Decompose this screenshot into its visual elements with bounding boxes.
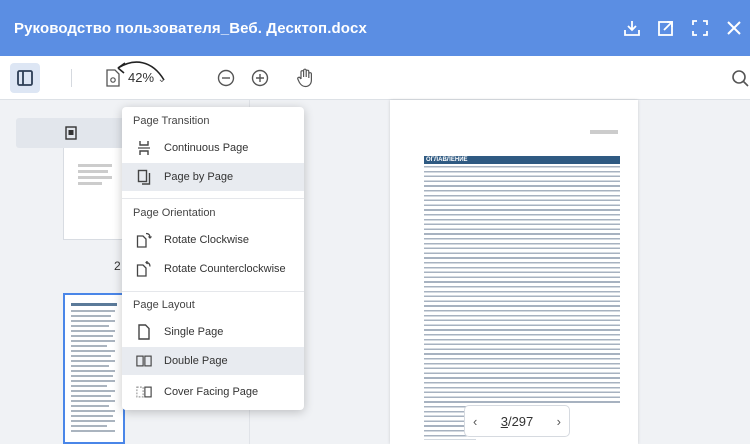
hand-icon bbox=[297, 68, 312, 88]
page-settings-menu: Page Transition Continuous Page Page by … bbox=[122, 107, 304, 410]
sidebar-icon bbox=[17, 70, 33, 86]
rotate-clockwise-option[interactable]: Rotate Clockwise bbox=[122, 226, 304, 254]
document-page: ОГЛАВЛЕНИЕ bbox=[390, 100, 638, 444]
rotate-counterclockwise-option[interactable]: Rotate Counterclockwise bbox=[122, 255, 304, 283]
document-title: Руководство пользователя_Веб. Десктоп.do… bbox=[14, 19, 367, 37]
rotate-clockwise-icon bbox=[136, 232, 152, 248]
zoom-out-button[interactable] bbox=[216, 68, 236, 88]
page-by-page-label: Page by Page bbox=[164, 171, 234, 183]
plus-circle-icon bbox=[251, 69, 269, 87]
cover-facing-page-option[interactable]: Cover Facing Page bbox=[122, 378, 304, 406]
page-header-mark bbox=[590, 130, 618, 134]
section-heading-transition: Page Transition bbox=[133, 115, 210, 127]
rotate-clockwise-label: Rotate Clockwise bbox=[164, 234, 249, 246]
viewer-toolbar: 42% ⌄ bbox=[0, 56, 750, 100]
section-heading-orientation: Page Orientation bbox=[133, 207, 216, 219]
single-page-icon bbox=[136, 324, 152, 340]
search-button[interactable] bbox=[730, 68, 750, 88]
double-page-label: Double Page bbox=[164, 355, 228, 367]
toolbar-divider bbox=[71, 69, 72, 87]
prev-page-button[interactable]: ‹ bbox=[473, 414, 477, 429]
chevron-down-icon: ⌄ bbox=[157, 74, 167, 85]
download-icon[interactable] bbox=[616, 12, 648, 44]
fullscreen-icon[interactable] bbox=[684, 12, 716, 44]
section-heading-layout: Page Layout bbox=[133, 299, 195, 311]
sidebar-toggle-button[interactable] bbox=[10, 63, 40, 93]
double-page-icon bbox=[136, 353, 152, 369]
toc-body bbox=[424, 166, 620, 406]
title-bar: Руководство пользователя_Веб. Десктоп.do… bbox=[0, 0, 750, 56]
page-by-page-icon bbox=[136, 169, 152, 185]
page-navigator: ‹ 3/297 › bbox=[464, 405, 570, 437]
total-pages: 297 bbox=[511, 413, 534, 429]
rotate-counterclockwise-label: Rotate Counterclockwise bbox=[164, 263, 286, 275]
page-thumbnail-label: 2 bbox=[114, 259, 121, 273]
thumbnails-icon bbox=[65, 126, 77, 140]
zoom-in-button[interactable] bbox=[250, 68, 270, 88]
search-icon bbox=[732, 70, 749, 87]
zoom-level[interactable]: 42% ⌄ bbox=[128, 70, 166, 85]
toc-title: ОГЛАВЛЕНИЕ bbox=[424, 156, 620, 164]
open-external-icon[interactable] bbox=[650, 12, 682, 44]
menu-divider bbox=[122, 291, 304, 292]
continuous-page-label: Continuous Page bbox=[164, 142, 249, 154]
page-thumbnail-3[interactable] bbox=[63, 293, 125, 444]
cover-facing-page-icon bbox=[136, 384, 152, 400]
menu-divider bbox=[122, 198, 304, 199]
page-thumbnail-2[interactable] bbox=[63, 148, 125, 240]
page-by-page-option[interactable]: Page by Page bbox=[122, 163, 304, 191]
minus-circle-icon bbox=[217, 69, 235, 87]
next-page-button[interactable]: › bbox=[557, 414, 561, 429]
title-bar-actions bbox=[614, 0, 750, 56]
close-icon[interactable] bbox=[718, 12, 750, 44]
rotate-counterclockwise-icon bbox=[136, 261, 152, 277]
pan-tool-button[interactable] bbox=[294, 66, 316, 90]
continuous-page-option[interactable]: Continuous Page bbox=[122, 134, 304, 162]
cover-facing-page-label: Cover Facing Page bbox=[164, 386, 259, 398]
single-page-option[interactable]: Single Page bbox=[122, 318, 304, 346]
current-page-input[interactable]: 3 bbox=[501, 414, 508, 429]
single-page-label: Single Page bbox=[164, 326, 224, 338]
page-indicator: 3/297 bbox=[501, 414, 534, 429]
document-viewer[interactable]: ОГЛАВЛЕНИЕ ‹ 3/297 › bbox=[250, 100, 750, 444]
thumbnails-tab[interactable] bbox=[16, 118, 126, 148]
double-page-option[interactable]: Double Page bbox=[122, 347, 304, 375]
continuous-page-icon bbox=[136, 140, 152, 156]
